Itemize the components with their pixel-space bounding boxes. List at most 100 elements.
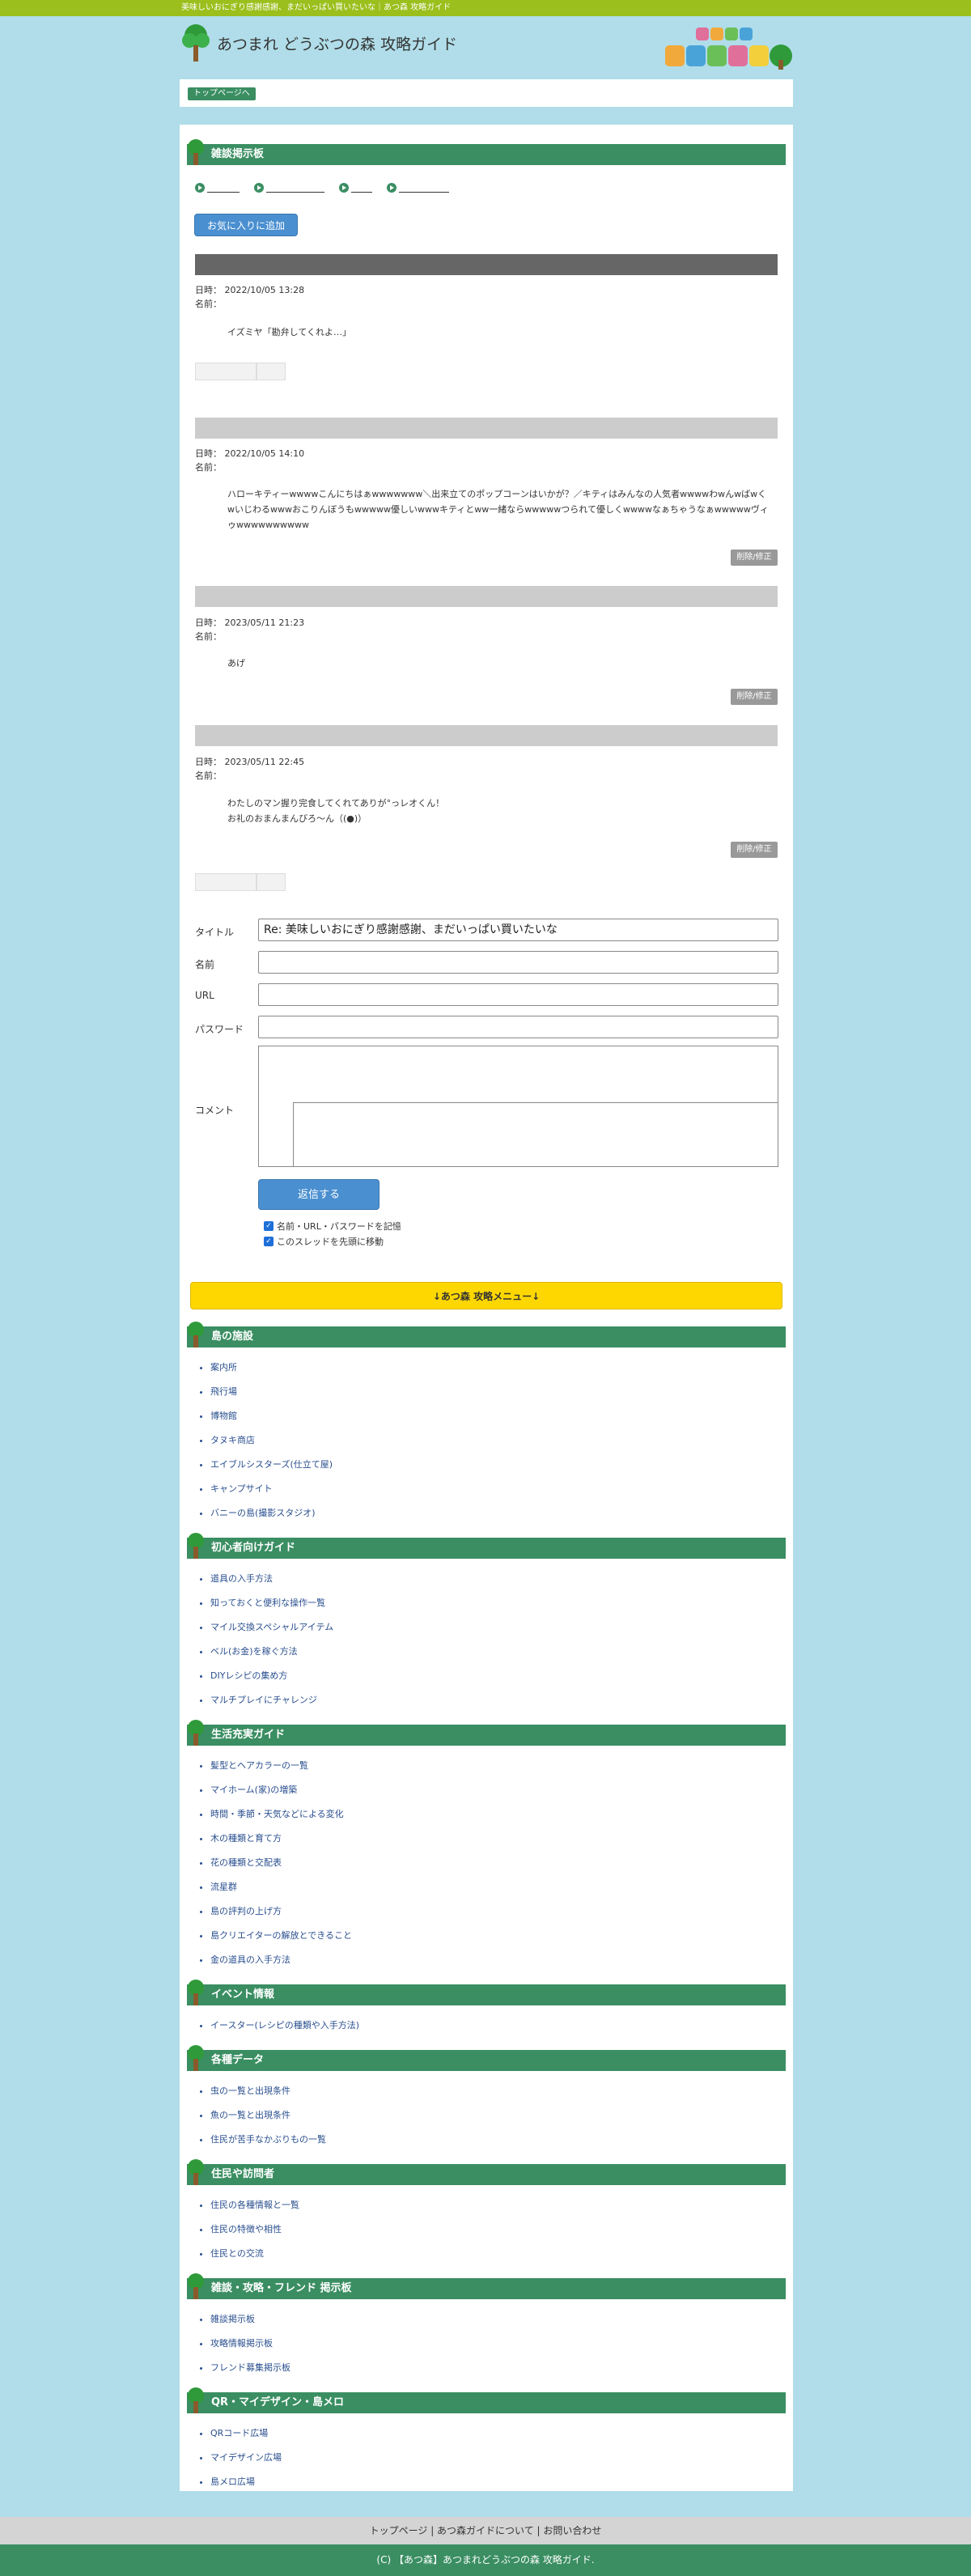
- menu-link[interactable]: 住民の特徴や相性: [210, 2217, 299, 2242]
- menu-list: イースター(レシピの種類や入手方法): [193, 2014, 359, 2038]
- menu-link[interactable]: 雑談掲示板: [210, 2307, 290, 2332]
- menu-link[interactable]: キャンプサイト: [210, 1477, 333, 1501]
- post-body: イズミヤ「勘弁してくれよ…」: [227, 327, 352, 337]
- reply-submit-button[interactable]: 返信する: [258, 1179, 379, 1210]
- menu-link[interactable]: エイブルシスターズ(仕立て屋): [210, 1453, 333, 1477]
- tree-icon: [188, 139, 204, 165]
- tree-icon: [188, 2159, 204, 2185]
- comment-label: コメント: [195, 1105, 235, 1116]
- post-header-bar: [195, 254, 778, 275]
- title-input[interactable]: Re: 美味しいおにぎり感謝感謝、まだいっぱい買いたいな: [258, 919, 778, 941]
- menu-link[interactable]: マイホーム(家)の増築: [210, 1778, 352, 1802]
- arrow-icon: [195, 183, 205, 193]
- comment-textarea[interactable]: [258, 1046, 778, 1167]
- menu-link[interactable]: 住民が苦手なかぶりもの一覧: [210, 2128, 326, 2152]
- menu-link[interactable]: DIYレシピの集め方: [210, 1664, 333, 1688]
- menu-link[interactable]: 攻略情報掲示板: [210, 2332, 290, 2356]
- tab-1[interactable]: [195, 183, 240, 193]
- tree-icon: [188, 1322, 204, 1347]
- menu-list: 案内所 飛行場 博物館 タヌキ商店 エイブルシスターズ(仕立て屋) キャンプサイ…: [193, 1356, 333, 1526]
- board-heading: 雑談掲示板: [187, 139, 786, 165]
- copyright: (C) 【あつ森】あつまれどうぶつの森 攻略ガイド.: [0, 2544, 971, 2576]
- menu-link[interactable]: 木の種類と育て方: [210, 1827, 352, 1851]
- top-page-link[interactable]: トップページへ: [188, 87, 256, 100]
- tab-2[interactable]: [254, 183, 324, 193]
- add-favorite-button[interactable]: お気に入りに追加: [194, 214, 298, 236]
- comment-inner-area[interactable]: [293, 1102, 778, 1167]
- menu-link[interactable]: 流星群: [210, 1875, 352, 1899]
- delete-edit-button[interactable]: 削除/修正: [731, 689, 778, 705]
- menu-link[interactable]: 虫の一覧と出現条件: [210, 2079, 326, 2103]
- post-body: あげ: [227, 658, 245, 668]
- tree-icon: [188, 1980, 204, 2005]
- post-header-bar: [195, 725, 778, 746]
- password-label: パスワード: [195, 1024, 244, 1035]
- url-label: URL: [195, 990, 214, 1001]
- menu-link[interactable]: 知っておくと便利な操作一覧: [210, 1591, 333, 1615]
- menu-link[interactable]: 案内所: [210, 1356, 333, 1380]
- menu-link[interactable]: 飛行場: [210, 1380, 333, 1404]
- move-top-checkbox[interactable]: ✓ このスレッドを先頭に移動: [264, 1235, 384, 1248]
- password-input[interactable]: [258, 1016, 778, 1038]
- post-meta: 日時： 2022/10/05 13:28 名前：: [195, 285, 305, 309]
- menu-link[interactable]: 時間・季節・天気などによる変化: [210, 1802, 352, 1827]
- menu-list: 虫の一覧と出現条件 魚の一覧と出現条件 住民が苦手なかぶりもの一覧: [193, 2079, 326, 2152]
- menu-link[interactable]: 花の種類と交配表: [210, 1851, 352, 1875]
- menu-list: 住民の各種情報と一覧 住民の特徴や相性 住民との交流: [193, 2193, 299, 2266]
- post-pager[interactable]: [195, 363, 286, 380]
- menu-heading: 初心者向けガイド: [187, 1533, 786, 1559]
- menu-link[interactable]: 住民との交流: [210, 2242, 299, 2266]
- menu-link[interactable]: イースター(レシピの種類や入手方法): [210, 2014, 359, 2038]
- tree-icon: [188, 1720, 204, 1746]
- site-title-link[interactable]: あつまれ どうぶつの森 攻略ガイド: [180, 23, 457, 63]
- arrow-icon: [339, 183, 349, 193]
- menu-link[interactable]: マイデザイン広場: [210, 2446, 282, 2470]
- delete-edit-button[interactable]: 削除/修正: [731, 550, 778, 566]
- menu-heading: 島の施設: [187, 1322, 786, 1347]
- menu-link[interactable]: 魚の一覧と出現条件: [210, 2103, 326, 2128]
- name-label: 名前: [195, 959, 215, 970]
- name-input[interactable]: [258, 951, 778, 974]
- menu-heading: 各種データ: [187, 2045, 786, 2071]
- top-announcement-bar: 美味しいおにぎり感謝感謝、まだいっぱい買いたいな｜あつ森 攻略ガイド: [0, 0, 971, 16]
- menu-link[interactable]: フレンド募集掲示板: [210, 2356, 290, 2380]
- menu-link[interactable]: マイル交換スペシャルアイテム: [210, 1615, 333, 1640]
- game-logo: [665, 28, 792, 70]
- menu-link[interactable]: 住民の各種情報と一覧: [210, 2193, 299, 2217]
- menu-link[interactable]: 道具の入手方法: [210, 1567, 333, 1591]
- menu-link[interactable]: マルチプレイにチャレンジ: [210, 1688, 333, 1712]
- menu-link[interactable]: 博物館: [210, 1404, 333, 1428]
- remember-checkbox[interactable]: ✓ 名前・URL・パスワードを記憶: [264, 1220, 401, 1233]
- menu-link[interactable]: タヌキ商店: [210, 1428, 333, 1453]
- tree-icon: [188, 2273, 204, 2299]
- arrow-icon: [254, 183, 264, 193]
- menu-link[interactable]: 島クリエイターの解放とできること: [210, 1924, 352, 1948]
- menu-link[interactable]: 髪型とヘアカラーの一覧: [210, 1754, 352, 1778]
- post-body: わたしのマン握り完食してくれてありが°っレオくん！ お礼のおまんまんびろ〜ん（(●…: [227, 798, 445, 824]
- site-title: あつまれ どうぶつの森 攻略ガイド: [217, 35, 458, 53]
- check-icon: ✓: [264, 1221, 273, 1231]
- menu-list: QRコード広場 マイデザイン広場 島メロ広場: [193, 2421, 282, 2494]
- menu-list: 道具の入手方法 知っておくと便利な操作一覧 マイル交換スペシャルアイテム ベル(…: [193, 1567, 333, 1712]
- menu-link[interactable]: 島の評判の上げ方: [210, 1899, 352, 1924]
- post-header-bar: [195, 586, 778, 607]
- main-content: 雑談掲示板 お気に入りに追加 日時： 2022/10/05 13:28 名前： イ…: [180, 125, 793, 2491]
- menu-link[interactable]: QRコード広場: [210, 2421, 282, 2446]
- tab-4[interactable]: [387, 183, 449, 193]
- delete-edit-button[interactable]: 削除/修正: [731, 842, 778, 858]
- url-input[interactable]: [258, 983, 778, 1006]
- footer-links[interactable]: トップページ | あつ森ガイドについて | お問い合わせ: [0, 2517, 971, 2544]
- post-meta: 日時： 2023/05/11 22:45 名前：: [195, 757, 305, 781]
- guide-menu-bar[interactable]: ↓あつ森 攻略メニュー↓: [190, 1282, 782, 1309]
- board-tabs: [195, 183, 449, 193]
- menu-list: 髪型とヘアカラーの一覧 マイホーム(家)の増築 時間・季節・天気などによる変化 …: [193, 1754, 352, 1972]
- menu-link[interactable]: 島メロ広場: [210, 2470, 282, 2494]
- arrow-icon: [387, 183, 396, 193]
- post-pager[interactable]: [195, 873, 286, 891]
- menu-link[interactable]: 金の道具の入手方法: [210, 1948, 352, 1972]
- tab-3[interactable]: [339, 183, 372, 193]
- menu-link[interactable]: バニーの島(撮影スタジオ): [210, 1501, 333, 1526]
- menu-link[interactable]: ベル(お金)を稼ぐ方法: [210, 1640, 333, 1664]
- menu-heading: 住民や訪問者: [187, 2159, 786, 2185]
- site-header: あつまれ どうぶつの森 攻略ガイド: [180, 23, 793, 73]
